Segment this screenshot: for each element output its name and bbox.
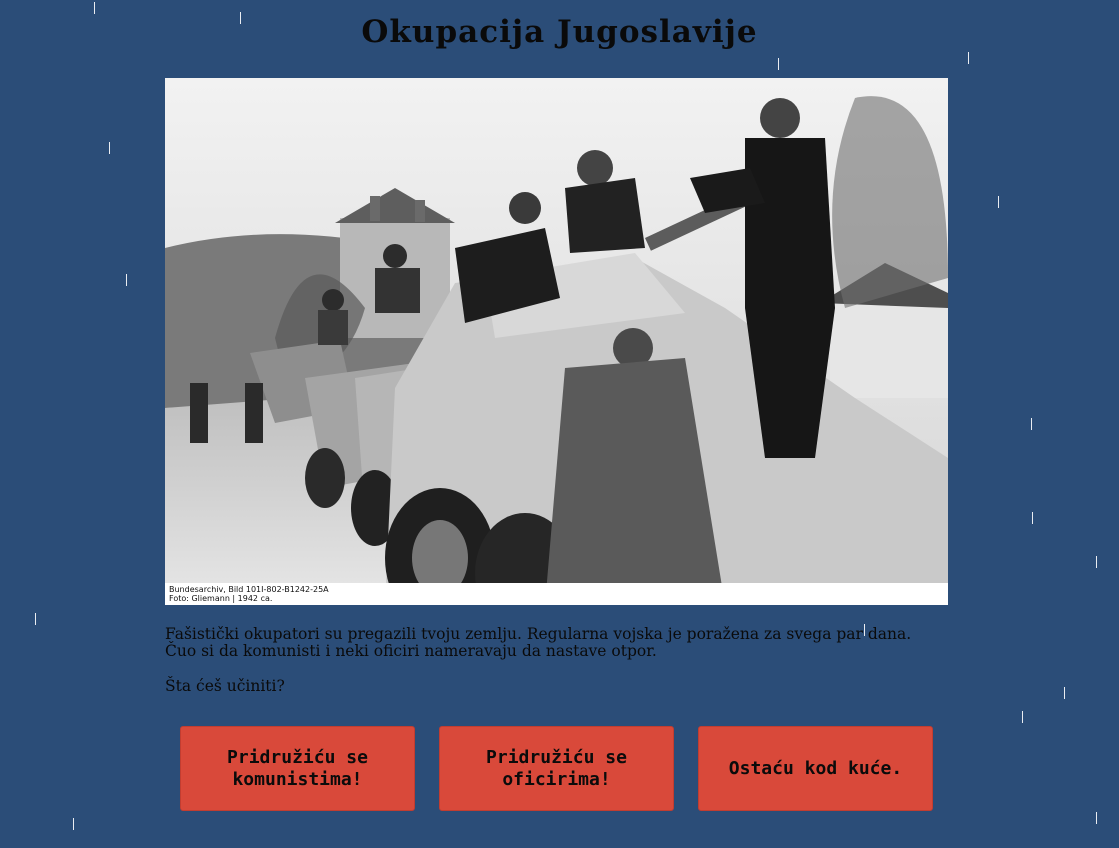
rain-drop xyxy=(778,58,779,70)
join-officers-label: Pridružiću se oficirima! xyxy=(486,746,627,790)
rain-drop xyxy=(1096,812,1097,824)
join-communists-button[interactable]: Pridružiću se komunistima! xyxy=(180,726,415,811)
photo-caption-credit: Bundesarchiv, Bild 101I-802-B1242-25A xyxy=(169,585,329,594)
join-officers-button[interactable]: Pridružiću se oficirima! xyxy=(439,726,674,811)
photo-caption: Bundesarchiv, Bild 101I-802-B1242-25A Fo… xyxy=(169,585,329,603)
rain-drop xyxy=(1064,687,1065,699)
photo-caption-author: Foto: Gliemann | 1942 ca. xyxy=(169,594,273,603)
rain-drop xyxy=(1031,418,1032,430)
rain-drop xyxy=(998,196,999,208)
story-text: Fašistički okupatori su pregazili tvoju … xyxy=(165,625,912,660)
rain-drop xyxy=(35,613,36,625)
rain-drop xyxy=(94,2,95,14)
rain-drop xyxy=(109,142,110,154)
rain-drop xyxy=(73,818,74,830)
question-text: Šta ćeš učiniti? xyxy=(165,677,285,695)
join-communists-label: Pridružiću se komunistima! xyxy=(227,746,368,790)
stay-home-button[interactable]: Ostaću kod kuće. xyxy=(698,726,933,811)
scene-photo: Bundesarchiv, Bild 101I-802-B1242-25A Fo… xyxy=(165,78,948,605)
rain-drop xyxy=(1022,711,1023,723)
armored-cars-photo xyxy=(165,78,948,605)
rain-drop xyxy=(968,52,969,64)
rain-drop xyxy=(1032,512,1033,524)
rain-drop xyxy=(1096,556,1097,568)
rain-drop xyxy=(126,274,127,286)
stay-home-label: Ostaću kod kuće. xyxy=(728,757,903,779)
page-title: Okupacija Jugoslavije xyxy=(361,14,758,50)
